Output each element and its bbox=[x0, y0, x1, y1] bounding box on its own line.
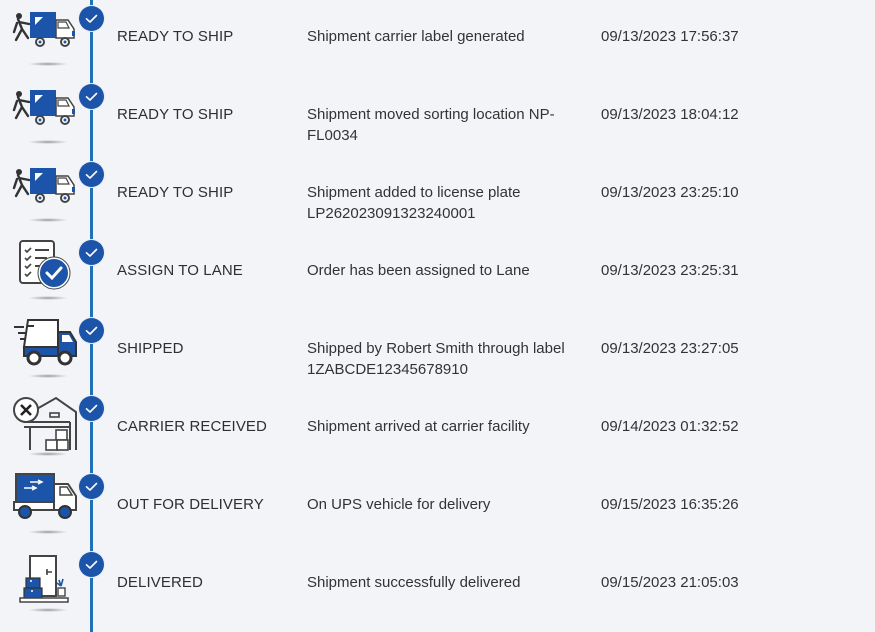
check-circle-icon bbox=[79, 474, 104, 499]
event-timestamp: 09/15/2023 21:05:03 bbox=[601, 574, 739, 591]
warehouse-icon bbox=[10, 392, 80, 462]
timeline-event: READY TO SHIP Shipment carrier label gen… bbox=[0, 6, 875, 93]
event-status: READY TO SHIP bbox=[117, 184, 234, 201]
delivery-truck-icon bbox=[10, 470, 80, 540]
event-status: ASSIGN TO LANE bbox=[117, 262, 243, 279]
loading-truck-icon bbox=[10, 158, 80, 228]
check-circle-icon bbox=[79, 84, 104, 109]
loading-truck-icon-graphic bbox=[12, 90, 75, 125]
event-status: READY TO SHIP bbox=[117, 106, 234, 123]
fast-truck-icon bbox=[10, 314, 80, 384]
event-timestamp: 09/13/2023 23:27:05 bbox=[601, 340, 739, 357]
event-status: READY TO SHIP bbox=[117, 28, 234, 45]
check-circle-icon bbox=[79, 240, 104, 265]
event-timestamp: 09/13/2023 23:25:31 bbox=[601, 262, 739, 279]
event-description: Shipped by Robert Smith through label 1Z… bbox=[307, 340, 565, 378]
check-circle-icon bbox=[79, 318, 104, 343]
icon-shadow bbox=[28, 452, 68, 456]
loading-truck-icon-graphic bbox=[12, 168, 75, 203]
loading-truck-icon-graphic bbox=[12, 12, 75, 47]
event-timestamp: 09/15/2023 16:35:26 bbox=[601, 496, 739, 513]
shipment-timeline: READY TO SHIP Shipment carrier label gen… bbox=[0, 0, 875, 632]
event-description: Shipment arrived at carrier facility bbox=[307, 418, 530, 435]
timeline-event: ASSIGN TO LANE Order has been assigned t… bbox=[0, 240, 875, 327]
event-status: OUT FOR DELIVERY bbox=[117, 496, 264, 513]
event-status: CARRIER RECEIVED bbox=[117, 418, 267, 435]
icon-shadow bbox=[28, 374, 68, 378]
event-status: DELIVERED bbox=[117, 574, 203, 591]
check-circle-icon bbox=[79, 396, 104, 421]
checklist-icon-graphic bbox=[19, 240, 71, 290]
loading-truck-icon bbox=[10, 2, 80, 72]
timeline-event: SHIPPED Shipped by Robert Smith through … bbox=[0, 318, 875, 405]
icon-shadow bbox=[28, 140, 68, 144]
warehouse-icon-graphic bbox=[13, 396, 77, 451]
event-description: On UPS vehicle for delivery bbox=[307, 496, 491, 513]
timeline-event: READY TO SHIP Shipment added to license … bbox=[0, 162, 875, 249]
timeline-event: CARRIER RECEIVED Shipment arrived at car… bbox=[0, 396, 875, 483]
fast-truck-icon-graphic bbox=[14, 319, 77, 366]
icon-shadow bbox=[28, 62, 68, 66]
event-status: SHIPPED bbox=[117, 340, 184, 357]
event-timestamp: 09/13/2023 17:56:37 bbox=[601, 28, 739, 45]
check-circle-icon bbox=[79, 6, 104, 31]
event-timestamp: 09/13/2023 18:04:12 bbox=[601, 106, 739, 123]
event-timestamp: 09/13/2023 23:25:10 bbox=[601, 184, 739, 201]
event-timestamp: 09/14/2023 01:32:52 bbox=[601, 418, 739, 435]
timeline-event: DELIVERED Shipment successfully delivere… bbox=[0, 552, 875, 632]
event-description: Shipment added to license plate LP262023… bbox=[307, 184, 521, 222]
icon-shadow bbox=[28, 218, 68, 222]
event-description: Shipment carrier label generated bbox=[307, 28, 525, 45]
event-description: Order has been assigned to Lane bbox=[307, 262, 530, 279]
checklist-icon bbox=[10, 236, 80, 306]
timeline-event: OUT FOR DELIVERY On UPS vehicle for deli… bbox=[0, 473, 875, 561]
timeline-event: READY TO SHIP Shipment moved sorting loc… bbox=[0, 84, 875, 171]
icon-shadow bbox=[28, 530, 68, 534]
check-circle-icon bbox=[79, 552, 104, 577]
icon-shadow bbox=[28, 296, 68, 300]
check-circle-icon bbox=[79, 162, 104, 187]
event-description: Shipment successfully delivered bbox=[307, 574, 521, 591]
doorstep-package-icon-graphic bbox=[19, 555, 69, 603]
icon-shadow bbox=[28, 608, 68, 612]
delivery-truck-icon-graphic bbox=[13, 473, 77, 519]
event-description: Shipment moved sorting location NP-FL003… bbox=[307, 106, 555, 144]
doorstep-package-icon bbox=[10, 548, 80, 618]
loading-truck-icon bbox=[10, 80, 80, 150]
